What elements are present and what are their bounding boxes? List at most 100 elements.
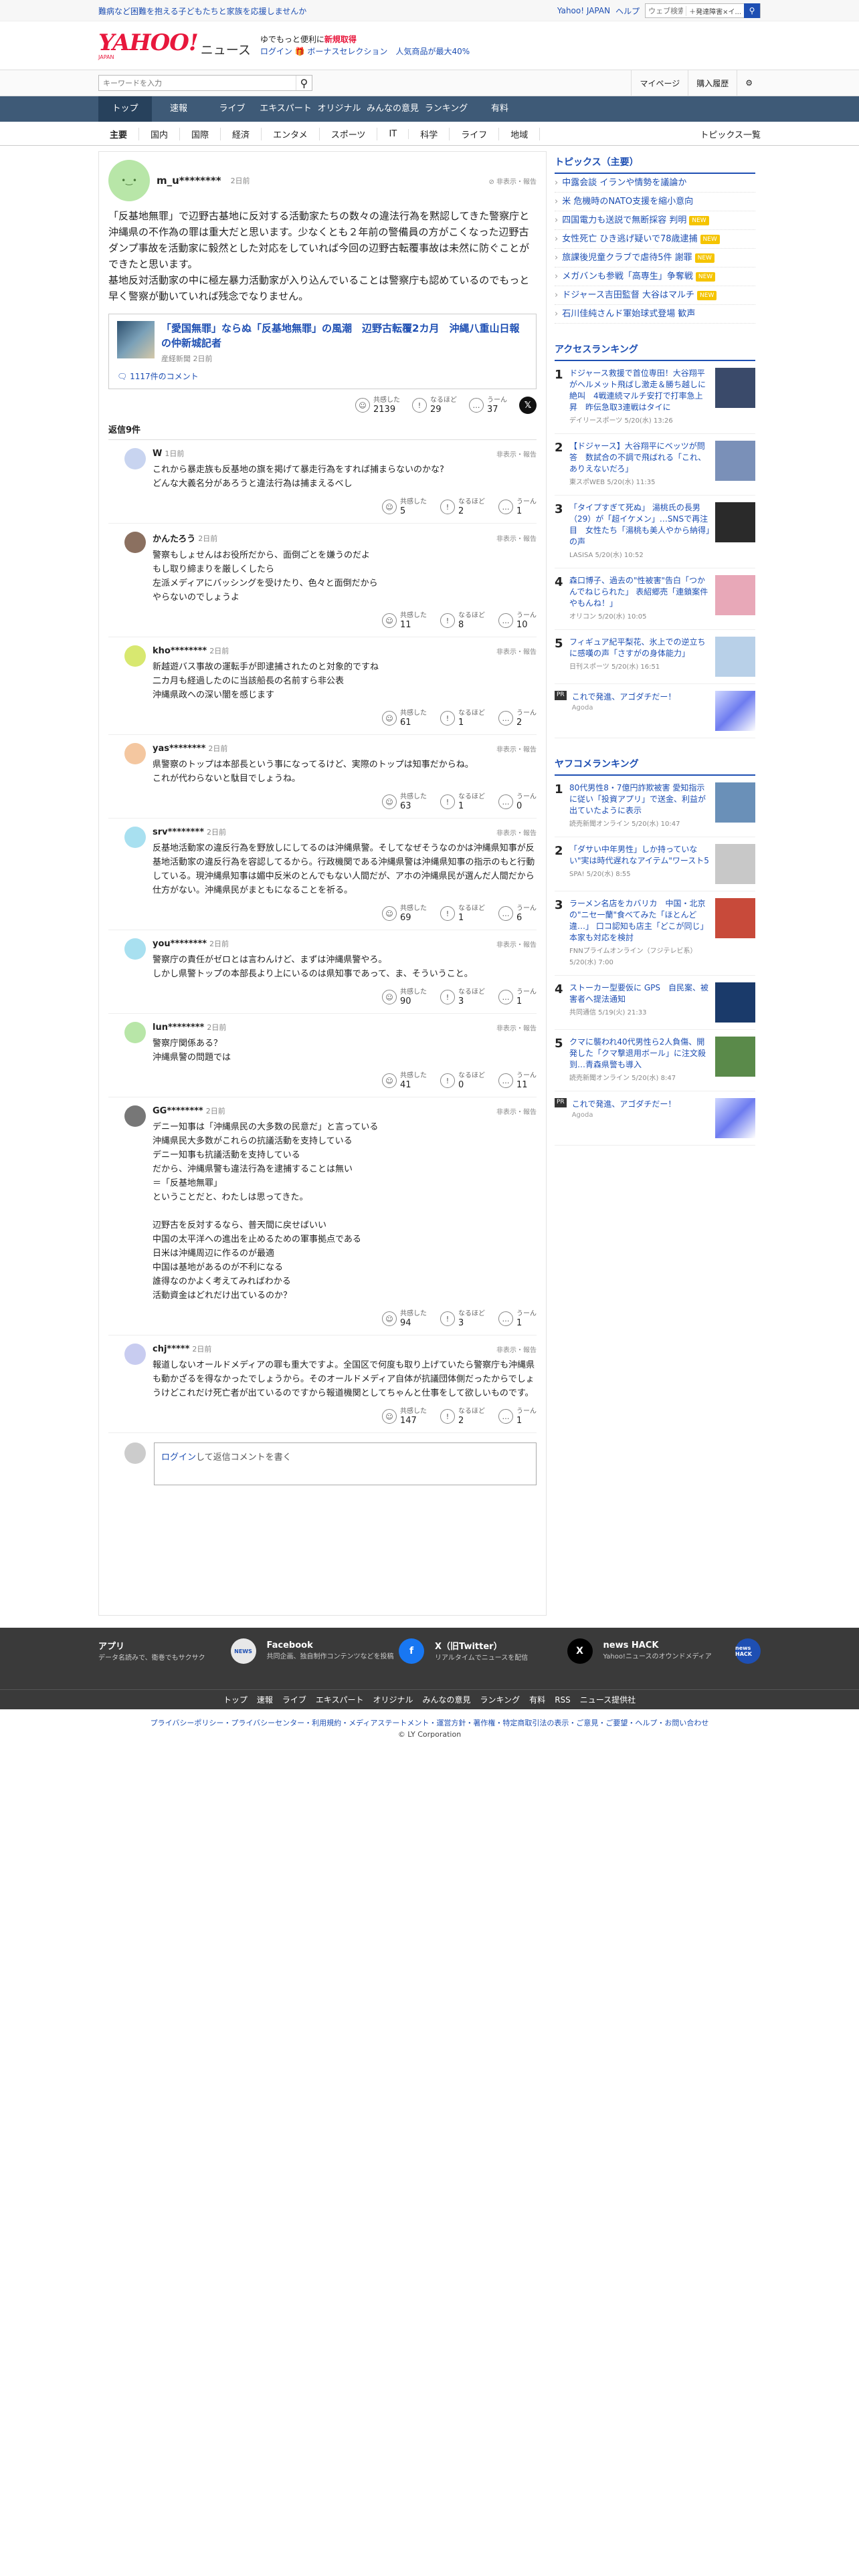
ranking-item[interactable]: 3 ラーメン名店をカバリカ 中国・北京の"ニセ一蘭"食べてみた「ほとんど違…」 口…	[555, 891, 755, 976]
reply-user[interactable]: かんたろう	[153, 532, 195, 544]
insight-button[interactable]: ! なるほど 2	[440, 1407, 485, 1426]
empathy-button[interactable]: ☺ 共感した 11	[382, 611, 427, 630]
gnav-paid[interactable]: 有料	[473, 96, 527, 122]
legal-links[interactable]: プライバシーポリシー・プライバシーセンター・利用規約・メディアステートメント・運…	[0, 1717, 859, 1729]
ranking-item[interactable]: 1 80代男性8・7億円詐欺被害 愛知指示に従い「投資アプリ」で送金、利益が出てい…	[555, 776, 755, 837]
cat-sports[interactable]: スポーツ	[320, 127, 378, 140]
login-link[interactable]: ログイン	[260, 47, 292, 56]
ranking-item[interactable]: 5 クマに襲われ40代男性ら2人負傷、開発した「クマ撃退用ボール」に注文殺到…青森…	[555, 1030, 755, 1091]
cat-local[interactable]: 地域	[499, 127, 541, 140]
reply-input[interactable]: ログインして返信コメントを書く	[154, 1442, 537, 1485]
empathy-button[interactable]: ☺ 共感した 69	[382, 904, 427, 923]
insight-button[interactable]: ! なるほど 2	[440, 498, 485, 516]
footer-nav-link[interactable]: エキスパート	[316, 1690, 364, 1710]
gnav-top[interactable]: トップ	[98, 96, 152, 122]
cat-entertainment[interactable]: エンタメ	[262, 127, 320, 140]
pr-ad[interactable]: PR これで発進、アゴダチだー！ Agoda	[555, 684, 755, 738]
topic-title[interactable]: ドジャース吉田監督 大谷はマルチ	[562, 286, 694, 304]
ranking-title[interactable]: 「タイプすぎて死ぬ」 湯桃氏の長男（29）が「超イケメン」…SNSで再注目 女性…	[569, 502, 710, 548]
topic-title[interactable]: メガバンも参戦「高専生」争奪戦	[562, 267, 693, 286]
reply-user[interactable]: srv********	[153, 827, 204, 837]
footer-nav-link[interactable]: ニュース提供社	[580, 1690, 636, 1710]
topic-item[interactable]: 石川佳純さんド軍始球式登場 歓声	[555, 305, 755, 324]
footer-nav-link[interactable]: 有料	[529, 1690, 545, 1710]
hmm-button[interactable]: … うーん 11	[498, 1071, 537, 1090]
topic-title[interactable]: 米 危機時のNATO支援を縮小意向	[562, 193, 693, 211]
insight-button[interactable]: ! なるほど 3	[440, 988, 485, 1006]
topic-item[interactable]: 女性死亡 ひき逃げ疑いで78歳逮捕NEW	[555, 230, 755, 249]
hmm-button[interactable]: … うーん 1	[498, 988, 537, 1006]
footer-nav-link[interactable]: トップ	[223, 1690, 248, 1710]
ranking-title[interactable]: 森口博子、過去の"性被害"告白「つかんでねじられた」 表紹郷売「連鎖案件やもんね…	[569, 575, 710, 609]
gear-icon[interactable]: ⚙	[737, 70, 761, 96]
search-scope[interactable]: ＋発達障害×イ...	[686, 5, 744, 16]
cat-main[interactable]: 主要	[98, 127, 140, 140]
report-link[interactable]: ⊘ 非表示・報告	[488, 176, 537, 186]
footer-nav-link[interactable]: RSS	[555, 1690, 571, 1710]
footer-nav-link[interactable]: オリジナル	[373, 1690, 413, 1710]
topic-title[interactable]: 四国電力も送説で無断採容 判明	[562, 211, 686, 229]
bonus-link[interactable]: ボーナスセレクション	[307, 47, 387, 56]
report-link[interactable]: 非表示・報告	[496, 1344, 537, 1354]
login-link[interactable]: ログイン	[161, 1453, 196, 1463]
ranking-item[interactable]: 4 ストーカー型要仮に GPS 自民案、被害者へ提法通知 共同通信 5/19(火) …	[555, 976, 755, 1030]
reply-user[interactable]: GG********	[153, 1106, 203, 1116]
topic-title[interactable]: 石川佳純さんド軍始球式登場 歓声	[562, 305, 695, 323]
footer-block[interactable]: news HACK Yahoo!ニュースのオウンドメディア news HACK	[603, 1638, 761, 1664]
reply-user[interactable]: yas********	[153, 744, 205, 754]
promo-link[interactable]: 難病など困難を抱える子どもたちと家族を応援しませんか	[98, 5, 306, 17]
report-link[interactable]: 非表示・報告	[496, 1023, 537, 1033]
hmm-button[interactable]: … うーん 2	[498, 709, 537, 728]
reply-user[interactable]: W	[153, 449, 162, 459]
footer-nav-link[interactable]: ランキング	[480, 1690, 520, 1710]
ranking-item[interactable]: 4 森口博子、過去の"性被害"告白「つかんでねじられた」 表紹郷売「連鎖案件やもん…	[555, 568, 755, 630]
comment-user[interactable]: m_u********	[157, 175, 221, 187]
insight-button[interactable]: ! なるほど 29	[412, 396, 457, 415]
pr-ad[interactable]: PR これで発進、アゴダチだー！ Agoda	[555, 1091, 755, 1146]
comment-count-link[interactable]: 🗨 1117件のコメント	[117, 370, 528, 382]
search-icon[interactable]: ⚲	[296, 76, 312, 90]
topic-title[interactable]: 中露会談 イランや情勢を議論か	[562, 174, 686, 192]
empathy-button[interactable]: ☺ 共感した 147	[382, 1407, 427, 1426]
mypage-link[interactable]: マイページ	[631, 70, 688, 96]
footer-nav-link[interactable]: みんなの意見	[423, 1690, 471, 1710]
empathy-button[interactable]: ☺ 共感した 5	[382, 498, 427, 516]
web-search-input[interactable]	[646, 4, 686, 17]
ranking-title[interactable]: ストーカー型要仮に GPS 自民案、被害者へ提法通知	[569, 982, 710, 1005]
hmm-button[interactable]: … うーん 37	[469, 396, 507, 415]
keyword-input[interactable]	[99, 76, 296, 90]
cat-it[interactable]: IT	[377, 128, 409, 139]
insight-button[interactable]: ! なるほど 3	[440, 1309, 485, 1328]
reply-user[interactable]: kho********	[153, 646, 207, 656]
footer-block[interactable]: Facebook 共同企画、独自制作コンテンツなどを投稿 f	[267, 1638, 424, 1664]
topic-item[interactable]: 旅課後児童クラブで虐待5件 謝罪NEW	[555, 249, 755, 267]
topic-item[interactable]: 米 危機時のNATO支援を縮小意向	[555, 193, 755, 211]
hmm-button[interactable]: … うーん 0	[498, 792, 537, 811]
ranking-title[interactable]: 80代男性8・7億円詐欺被害 愛知指示に従い「投資アプリ」で送金、利益が出ていた…	[569, 782, 710, 817]
topics-list-link[interactable]: トピックス一覧	[700, 128, 761, 140]
ranking-title[interactable]: ラーメン名店をカバリカ 中国・北京の"ニセ一蘭"食べてみた「ほとんど違…」 口コ…	[569, 898, 712, 944]
empathy-button[interactable]: ☺ 共感した 90	[382, 988, 427, 1006]
report-link[interactable]: 非表示・報告	[496, 939, 537, 949]
footer-block[interactable]: X（旧Twitter） リアルタイムでニュースを配信 X	[435, 1638, 593, 1664]
topic-item[interactable]: メガバンも参戦「高専生」争奪戦NEW	[555, 267, 755, 286]
reply-user[interactable]: chj*****	[153, 1344, 189, 1354]
ranking-title[interactable]: 「ダサい中年男性」しか持っていない"実は時代遅れなアイテム"ワースト5	[569, 844, 710, 867]
topic-title[interactable]: 旅課後児童クラブで虐待5件 謝罪	[562, 249, 692, 267]
ranking-item[interactable]: 5 フィギュア紀平梨花、氷上での逆立ちに感嘆の声「さすがの身体能力」 日刊スポーツ …	[555, 630, 755, 684]
reply-user[interactable]: you********	[153, 939, 207, 949]
cat-science[interactable]: 科学	[409, 127, 450, 140]
ranking-item[interactable]: 2 「ダサい中年男性」しか持っていない"実は時代遅れなアイテム"ワースト5 SPA!…	[555, 837, 755, 891]
search-icon[interactable]: ⚲	[744, 3, 760, 18]
insight-button[interactable]: ! なるほど 8	[440, 611, 485, 630]
ranking-title[interactable]: フィギュア紀平梨花、氷上での逆立ちに感嘆の声「さすがの身体能力」	[569, 637, 710, 659]
gnav-live[interactable]: ライブ	[205, 96, 259, 122]
report-link[interactable]: 非表示・報告	[496, 646, 537, 656]
insight-button[interactable]: ! なるほど 1	[440, 792, 485, 811]
cat-world[interactable]: 国際	[180, 127, 221, 140]
cat-life[interactable]: ライフ	[450, 127, 500, 140]
insight-button[interactable]: ! なるほど 1	[440, 709, 485, 728]
purchase-history-link[interactable]: 購入履歴	[688, 70, 737, 96]
hmm-button[interactable]: … うーん 10	[498, 611, 537, 630]
ranking-item[interactable]: 3 「タイプすぎて死ぬ」 湯桃氏の長男（29）が「超イケメン」…SNSで再注目 女…	[555, 496, 755, 568]
